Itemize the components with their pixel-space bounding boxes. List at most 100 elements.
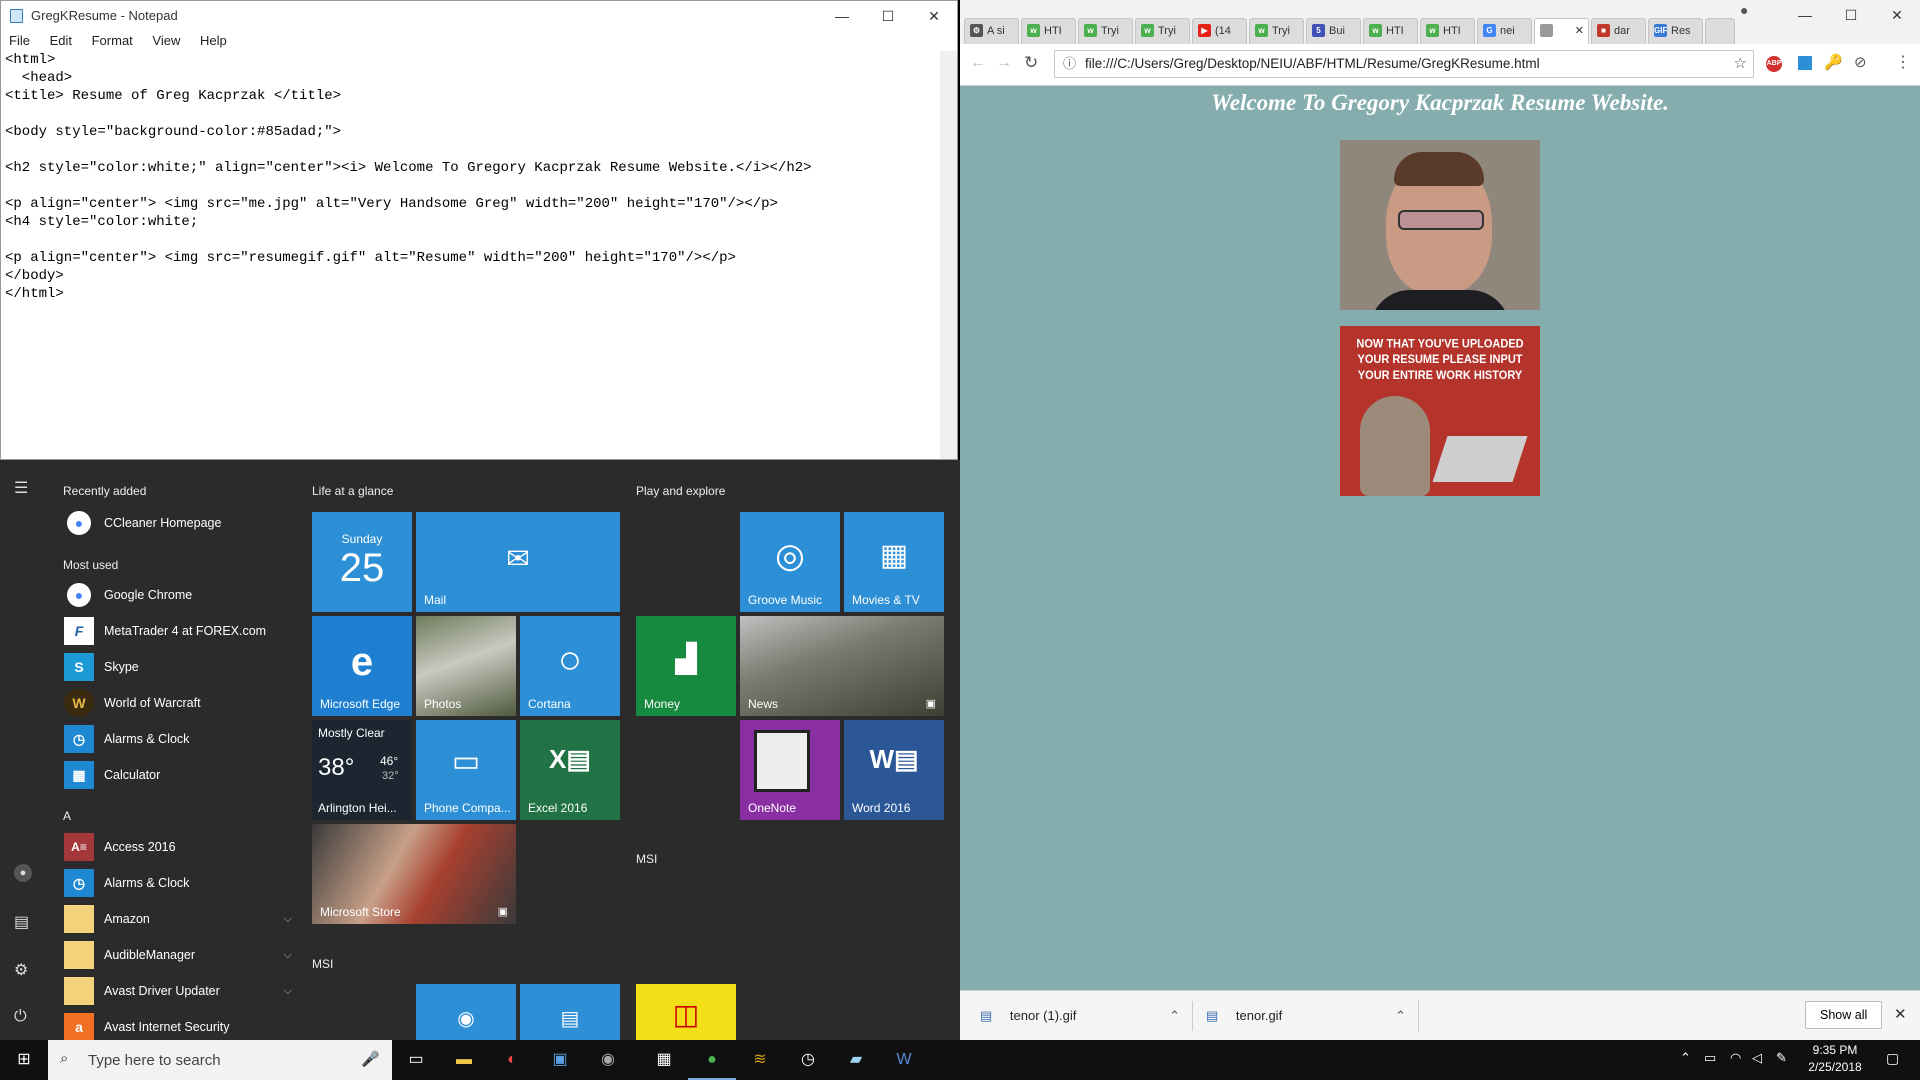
- wifi-icon[interactable]: ◠: [1730, 1050, 1741, 1066]
- user-account-icon[interactable]: ●: [14, 864, 32, 882]
- download-item[interactable]: ▤ tenor (1).gif ⌃: [980, 991, 1180, 1041]
- chrome-menu-icon[interactable]: ⋮: [1895, 52, 1911, 72]
- msi-app-tile-1[interactable]: ◉: [416, 984, 516, 1040]
- browser-tab[interactable]: ✕: [1534, 18, 1589, 44]
- menu-format[interactable]: Format: [92, 33, 133, 48]
- file-explorer-icon[interactable]: ▬: [440, 1040, 488, 1080]
- notepad-scrollbar[interactable]: [940, 51, 957, 459]
- notepad-text-area[interactable]: <html> <head> <title> Resume of Greg Kacp…: [5, 51, 939, 459]
- chevron-down-icon[interactable]: ⌵: [284, 938, 292, 972]
- app-alarms-clock-a[interactable]: ◷ Alarms & Clock: [62, 866, 292, 900]
- msi-group-header-2[interactable]: MSI: [312, 957, 333, 971]
- app-access-2016[interactable]: A≡ Access 2016: [62, 830, 292, 864]
- chevron-down-icon[interactable]: ⌵: [284, 974, 292, 1008]
- app-calculator[interactable]: ▦ Calculator: [62, 758, 292, 792]
- chevron-up-icon[interactable]: ⌃: [1395, 991, 1406, 1041]
- browser-tab[interactable]: Gnei: [1477, 18, 1532, 44]
- photos-tile[interactable]: Photos: [416, 616, 516, 716]
- notepad-title-bar[interactable]: GregKResume - Notepad — ☐ ✕: [1, 1, 957, 31]
- steam-icon[interactable]: ◉: [584, 1040, 632, 1080]
- documents-icon[interactable]: ▤: [14, 912, 29, 932]
- browser-tab[interactable]: w HTI: [1420, 18, 1475, 44]
- browser-tab[interactable]: ■ dar: [1591, 18, 1646, 44]
- browser-tab[interactable]: ⚙ A si: [964, 18, 1019, 44]
- task-view-icon[interactable]: ▭: [392, 1040, 440, 1080]
- browser-tab[interactable]: w Tryi: [1135, 18, 1190, 44]
- reload-icon[interactable]: ↻: [1024, 53, 1038, 73]
- settings-gear-icon[interactable]: ⚙: [14, 960, 28, 980]
- info-icon[interactable]: ⓘ: [1063, 51, 1076, 77]
- menu-edit[interactable]: Edit: [50, 33, 72, 48]
- extension-icon[interactable]: [1798, 56, 1812, 70]
- maximize-button[interactable]: ☐: [865, 1, 911, 31]
- msi-app-tile-3[interactable]: ◫: [636, 984, 736, 1040]
- app-avast-internet-security[interactable]: a Avast Internet Security: [62, 1010, 292, 1040]
- show-all-button[interactable]: Show all: [1805, 1001, 1883, 1029]
- app-metatrader[interactable]: F MetaTrader 4 at FOREX.com: [62, 614, 292, 648]
- address-bar[interactable]: ⓘ file:///C:/Users/Greg/Desktop/NEIU/ABF…: [1054, 50, 1754, 78]
- chrome-taskbar-icon[interactable]: ●: [688, 1040, 736, 1080]
- back-arrow-icon[interactable]: ←: [970, 54, 986, 72]
- movies-tv-tile[interactable]: ▦ Movies & TV: [844, 512, 944, 612]
- browser-tab[interactable]: 5 Bui: [1306, 18, 1361, 44]
- money-tile[interactable]: ▟ Money: [636, 616, 736, 716]
- chevron-down-icon[interactable]: ⌵: [284, 902, 292, 936]
- calendar-tile[interactable]: Sunday 25: [312, 512, 412, 612]
- edge-tile[interactable]: e Microsoft Edge: [312, 616, 412, 716]
- forward-arrow-icon[interactable]: →: [996, 54, 1012, 72]
- browser-tab[interactable]: w HTI: [1021, 18, 1076, 44]
- power-icon[interactable]: ⏻: [14, 1008, 27, 1026]
- app-world-of-warcraft[interactable]: W World of Warcraft: [62, 686, 292, 720]
- close-button[interactable]: ✕: [911, 1, 957, 31]
- cortana-tile[interactable]: ○ Cortana: [520, 616, 620, 716]
- calculator-taskbar-icon[interactable]: ▦: [640, 1040, 688, 1080]
- close-download-bar-icon[interactable]: ✕: [1894, 1005, 1907, 1023]
- minimize-button[interactable]: —: [819, 1, 865, 31]
- browser-tab[interactable]: GIF Res: [1648, 18, 1703, 44]
- show-hidden-icons-chevron-icon[interactable]: ⌃: [1680, 1050, 1691, 1066]
- microsoft-store-tile[interactable]: Microsoft Store ▣: [312, 824, 516, 924]
- app-alarms-clock[interactable]: ◷ Alarms & Clock: [62, 722, 292, 756]
- menu-view[interactable]: View: [152, 33, 180, 48]
- onenote-tile[interactable]: OneNote: [740, 720, 840, 820]
- microphone-icon[interactable]: 🎤: [361, 1050, 380, 1068]
- pen-icon[interactable]: ✎: [1776, 1050, 1787, 1066]
- news-tile[interactable]: News ▣: [740, 616, 944, 716]
- volume-icon[interactable]: ◁: [1752, 1050, 1762, 1066]
- letter-a-header[interactable]: A: [63, 809, 71, 823]
- browser-tab[interactable]: w Tryi: [1249, 18, 1304, 44]
- word-tile[interactable]: W▤ Word 2016: [844, 720, 944, 820]
- browser-tab[interactable]: w Tryi: [1078, 18, 1133, 44]
- app-ccleaner-homepage[interactable]: ● CCleaner Homepage: [62, 506, 292, 540]
- action-center-icon[interactable]: ▢: [1886, 1050, 1899, 1067]
- browser-maximize-button[interactable]: ☐: [1828, 0, 1874, 30]
- tab-close-icon[interactable]: ✕: [1575, 19, 1584, 43]
- menu-help[interactable]: Help: [200, 33, 227, 48]
- hamburger-menu-icon[interactable]: ☰: [14, 478, 28, 498]
- msi-group-header[interactable]: MSI: [636, 852, 657, 866]
- browser-minimize-button[interactable]: —: [1782, 0, 1828, 30]
- app-skype[interactable]: S Skype: [62, 650, 292, 684]
- weather-tile[interactable]: Mostly Clear 38° 46° 32° Arlington Hei..…: [312, 720, 412, 820]
- new-tab-button[interactable]: [1705, 18, 1735, 44]
- app-audiblemanager-folder[interactable]: AudibleManager ⌵: [62, 938, 292, 972]
- word-taskbar-icon[interactable]: W: [880, 1040, 928, 1080]
- phone-companion-tile[interactable]: ▭ Phone Compa...: [416, 720, 516, 820]
- browser-close-button[interactable]: ✕: [1874, 0, 1920, 30]
- profile-icon[interactable]: ●: [1740, 2, 1748, 18]
- battery-icon[interactable]: ▭: [1704, 1050, 1716, 1066]
- ccleaner-icon[interactable]: ◐: [488, 1040, 536, 1080]
- adblock-icon[interactable]: ABP: [1766, 56, 1782, 72]
- alarms-taskbar-icon[interactable]: ◷: [784, 1040, 832, 1080]
- windows-start-icon[interactable]: ⊞: [0, 1040, 48, 1080]
- bookmark-star-icon[interactable]: ☆: [1734, 51, 1747, 77]
- browser-tab[interactable]: ▶ (14: [1192, 18, 1247, 44]
- search-box[interactable]: ⌕ Type here to search 🎤: [48, 1040, 392, 1080]
- chevron-up-icon[interactable]: ⌃: [1169, 991, 1180, 1041]
- app-avast-driver-updater-folder[interactable]: Avast Driver Updater ⌵: [62, 974, 292, 1008]
- notepad-taskbar-icon[interactable]: ▰: [832, 1040, 880, 1080]
- clock-area[interactable]: 9:35 PM 2/25/2018: [1800, 1042, 1870, 1076]
- metatrader-taskbar-icon[interactable]: ≋: [736, 1040, 784, 1080]
- download-item[interactable]: ▤ tenor.gif ⌃: [1206, 991, 1406, 1041]
- extension-key-icon[interactable]: 🔑: [1824, 53, 1843, 71]
